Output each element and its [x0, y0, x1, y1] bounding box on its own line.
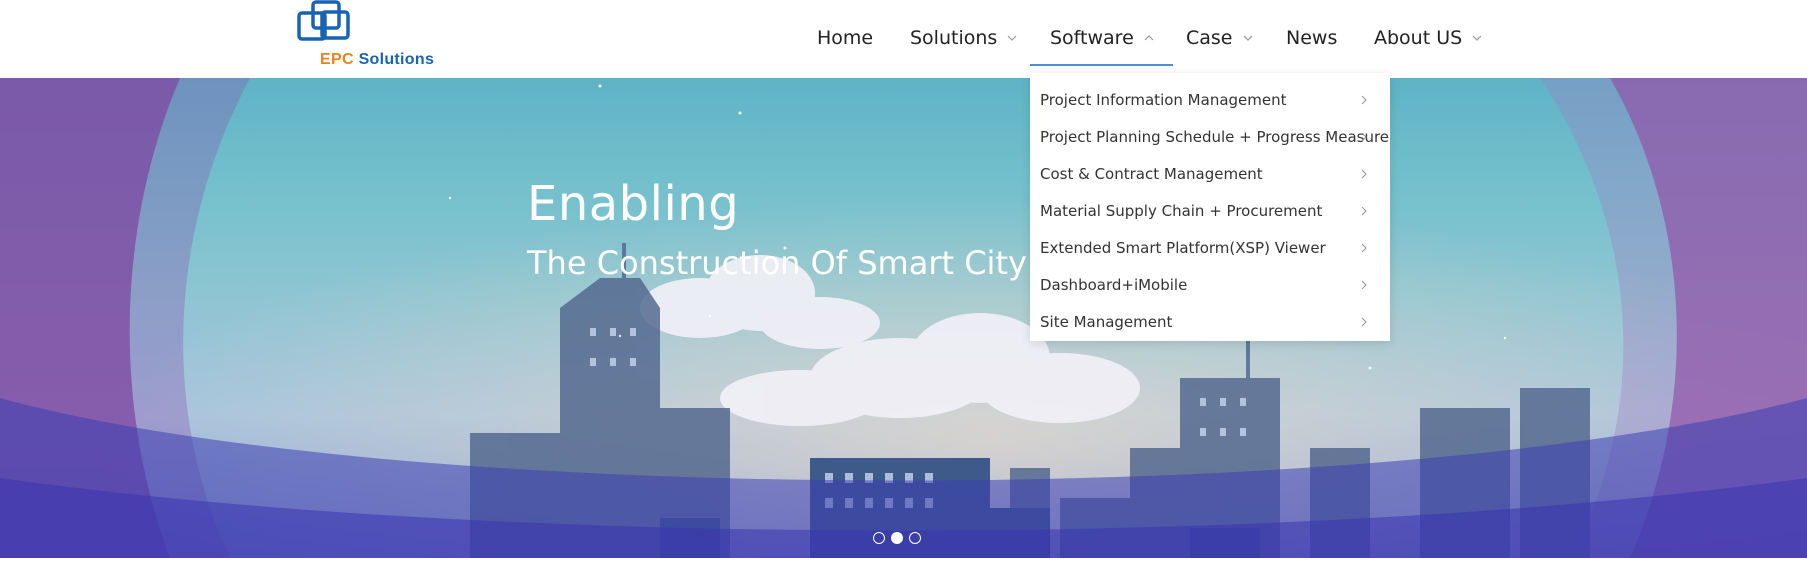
nav-case-label: Case	[1186, 27, 1233, 49]
menu-item-label: Cost & Contract Management	[1040, 165, 1263, 183]
menu-item-material-supply-chain[interactable]: Material Supply Chain + Procurement	[1030, 193, 1390, 230]
site-header: EPC Solutions Home Solutions Software Ca…	[0, 0, 1807, 78]
chevron-right-icon	[1361, 132, 1367, 142]
carousel-dot-1[interactable]	[873, 532, 885, 544]
menu-item-xsp-viewer[interactable]: Extended Smart Platform(XSP) Viewer	[1030, 230, 1390, 267]
menu-item-label: Dashboard+iMobile	[1040, 276, 1188, 294]
nav-about[interactable]: About US	[1374, 0, 1483, 76]
chevron-right-icon	[1361, 280, 1367, 290]
chevron-right-icon	[1361, 206, 1367, 216]
hero-subtitle: The Construction Of Smart City A	[527, 244, 1059, 282]
chevron-up-icon	[1144, 35, 1154, 41]
menu-item-cost-contract-management[interactable]: Cost & Contract Management	[1030, 156, 1390, 193]
chevron-right-icon	[1361, 317, 1367, 327]
hero-city-illustration	[0, 78, 1807, 558]
nav-software-label: Software	[1050, 27, 1134, 49]
menu-item-label: Material Supply Chain + Procurement	[1040, 202, 1323, 220]
menu-item-label: Site Management	[1040, 313, 1173, 331]
hero-title: Enabling	[527, 176, 740, 232]
carousel-pagination	[873, 532, 921, 544]
menu-item-project-planning-schedule[interactable]: Project Planning Schedule + Progress Mea…	[1030, 119, 1390, 156]
carousel-dot-2[interactable]	[891, 532, 903, 544]
chevron-down-icon	[1007, 35, 1017, 41]
menu-item-label: Extended Smart Platform(XSP) Viewer	[1040, 239, 1326, 257]
chevron-down-icon	[1243, 35, 1252, 41]
chevron-down-icon	[1472, 35, 1482, 41]
menu-item-site-management[interactable]: Site Management	[1030, 304, 1390, 341]
carousel-dot-3[interactable]	[909, 532, 921, 544]
main-nav: Home Solutions Software Case News About …	[0, 0, 1807, 76]
nav-news-label: News	[1286, 27, 1338, 49]
chevron-right-icon	[1361, 169, 1367, 179]
nav-solutions-label: Solutions	[910, 27, 998, 49]
chevron-right-icon	[1361, 243, 1367, 253]
menu-item-project-information-management[interactable]: Project Information Management	[1030, 82, 1390, 119]
nav-news[interactable]: News	[1286, 0, 1337, 76]
chevron-right-icon	[1361, 95, 1367, 105]
nav-solutions[interactable]: Solutions	[910, 0, 1018, 76]
menu-item-label: Project Planning Schedule + Progress Mea…	[1040, 128, 1390, 146]
nav-home[interactable]: Home	[817, 0, 873, 76]
software-dropdown-menu: Project Information Management Project P…	[1030, 73, 1390, 341]
menu-item-label: Project Information Management	[1040, 91, 1287, 109]
nav-about-label: About US	[1374, 27, 1463, 49]
nav-case[interactable]: Case	[1186, 0, 1254, 76]
hero-banner[interactable]: Enabling The Construction Of Smart City …	[0, 78, 1807, 558]
menu-item-dashboard-imobile[interactable]: Dashboard+iMobile	[1030, 267, 1390, 304]
nav-home-label: Home	[817, 27, 874, 49]
nav-software[interactable]: Software	[1030, 0, 1173, 76]
